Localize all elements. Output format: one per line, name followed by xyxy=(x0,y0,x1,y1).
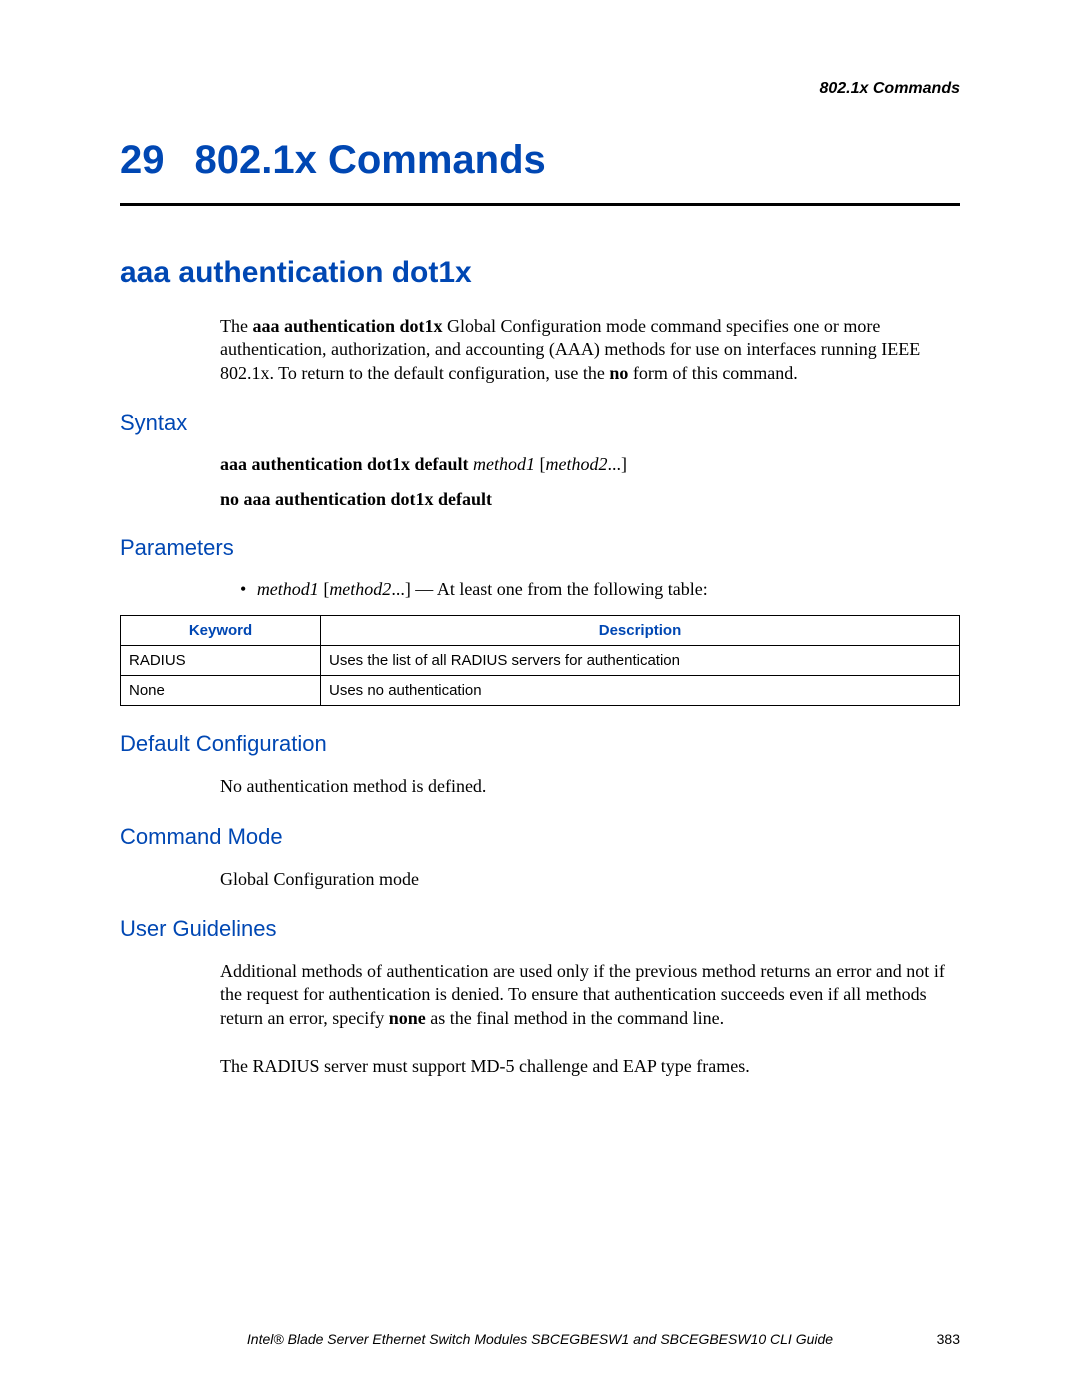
bullet-icon: • xyxy=(240,579,246,599)
command-mode-heading: Command Mode xyxy=(120,824,960,850)
page-footer: Intel® Blade Server Ethernet Switch Modu… xyxy=(120,1331,960,1347)
text-italic: method2 xyxy=(546,454,608,474)
cell-description: Uses the list of all RADIUS servers for … xyxy=(321,646,960,676)
text: form of this command. xyxy=(628,363,797,383)
text-italic: method1 xyxy=(257,579,319,599)
guidelines-p1: Additional methods of authentication are… xyxy=(220,960,960,1030)
command-mode-text: Global Configuration mode xyxy=(220,868,960,891)
parameters-table: Keyword Description RADIUS Uses the list… xyxy=(120,615,960,706)
chapter-name: 802.1x Commands xyxy=(195,138,546,182)
cell-keyword: None xyxy=(121,676,321,706)
footer-title: Intel® Blade Server Ethernet Switch Modu… xyxy=(120,1331,960,1347)
syntax-heading: Syntax xyxy=(120,410,960,436)
text: [ xyxy=(535,454,546,474)
chapter-number: 29 xyxy=(120,138,165,183)
col-keyword: Keyword xyxy=(121,616,321,646)
default-config-heading: Default Configuration xyxy=(120,731,960,757)
text-italic: method2 xyxy=(329,579,391,599)
default-config-text: No authentication method is defined. xyxy=(220,775,960,798)
document-page: 802.1x Commands 29 802.1x Commands aaa au… xyxy=(0,0,1080,1397)
section-title: aaa authentication dot1x xyxy=(120,256,960,290)
text: [ xyxy=(319,579,330,599)
chapter-title: 29 802.1x Commands xyxy=(120,138,960,206)
parameters-heading: Parameters xyxy=(120,535,960,561)
text: ...] xyxy=(608,454,628,474)
text-bold: no aaa authentication dot1x default xyxy=(220,489,492,509)
intro-paragraph: The aaa authentication dot1x Global Conf… xyxy=(220,315,960,385)
text: The xyxy=(220,316,252,336)
table-row: None Uses no authentication xyxy=(121,676,960,706)
text: ...] — At least one from the following t… xyxy=(391,579,707,599)
text-bold: no xyxy=(609,363,628,383)
syntax-line-1: aaa authentication dot1x default method1… xyxy=(220,454,960,475)
col-description: Description xyxy=(321,616,960,646)
text-italic: method1 xyxy=(473,454,535,474)
cell-keyword: RADIUS xyxy=(121,646,321,676)
table-header-row: Keyword Description xyxy=(121,616,960,646)
syntax-line-2: no aaa authentication dot1x default xyxy=(220,489,960,510)
text-bold: none xyxy=(389,1008,426,1028)
text-bold: aaa authentication dot1x xyxy=(252,316,442,336)
cell-description: Uses no authentication xyxy=(321,676,960,706)
text: as the final method in the command line. xyxy=(426,1008,724,1028)
page-number: 383 xyxy=(937,1331,960,1347)
user-guidelines-heading: User Guidelines xyxy=(120,916,960,942)
text-bold: aaa authentication dot1x default xyxy=(220,454,473,474)
running-header: 802.1x Commands xyxy=(120,80,960,98)
parameter-item: • method1 [method2...] — At least one fr… xyxy=(240,579,960,600)
guidelines-p2: The RADIUS server must support MD-5 chal… xyxy=(220,1055,960,1078)
table-row: RADIUS Uses the list of all RADIUS serve… xyxy=(121,646,960,676)
